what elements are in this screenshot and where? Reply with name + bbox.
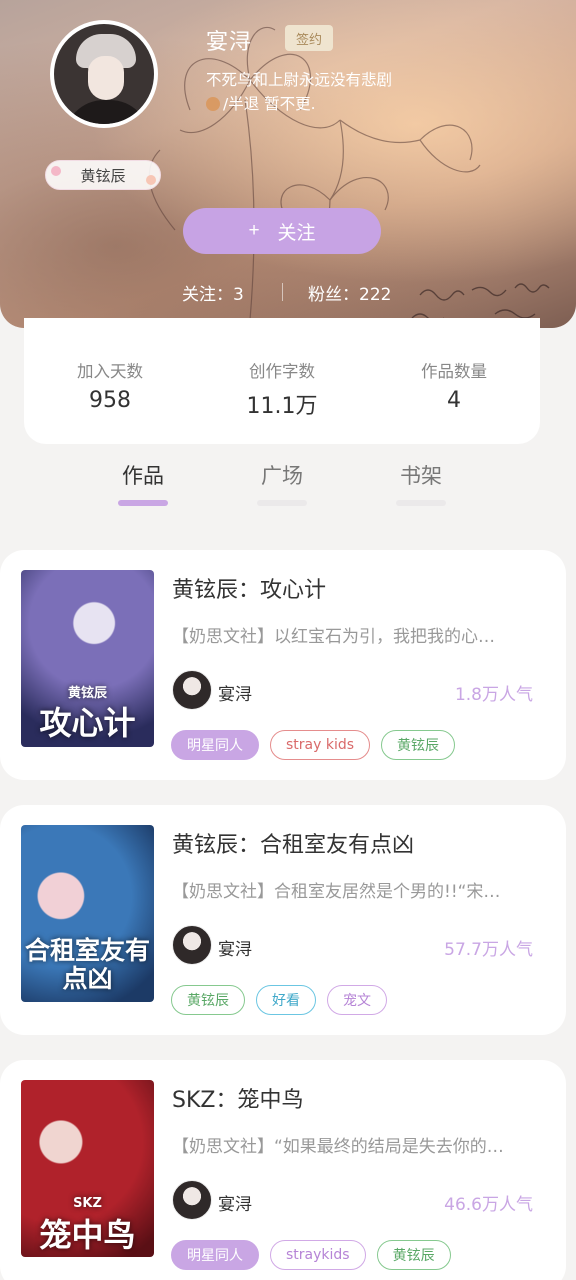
stat-label: 加入天数	[77, 362, 143, 381]
tag-list: 明星同人 stray kids 黄铉辰	[171, 730, 456, 760]
tag[interactable]: 黄铉辰	[381, 730, 456, 760]
flower-icon	[51, 166, 61, 176]
book-cover[interactable]: 黄铉辰 攻心计	[21, 570, 154, 747]
work-description: 【奶思文社】合租室友居然是个男的!!“宋…	[172, 882, 501, 902]
fans-count[interactable]: 粉丝：222	[308, 280, 391, 305]
bio-line: /半退 暂不更.	[206, 92, 546, 116]
author-name[interactable]: 宴浔	[218, 935, 252, 960]
author-avatar[interactable]	[172, 1180, 212, 1220]
popularity: 1.8万人气	[454, 685, 533, 705]
work-description: 【奶思文社】以红宝石为引，我把我的心…	[172, 627, 495, 647]
tab-indicator	[118, 500, 168, 506]
tag[interactable]: 黄铉辰	[171, 985, 245, 1015]
flower-icon	[146, 175, 156, 185]
tag[interactable]: 明星同人	[171, 1240, 259, 1270]
author-avatar[interactable]	[172, 925, 212, 965]
profile-avatar[interactable]	[50, 20, 158, 128]
username: 宴浔	[206, 30, 253, 55]
stats-card: 加入天数 958 创作字数 11.1万 作品数量 4	[24, 318, 540, 444]
stat-join-days: 加入天数 958	[24, 318, 196, 444]
work-title[interactable]: SKZ：笼中鸟	[172, 1082, 303, 1114]
stat-value: 11.1万	[246, 394, 318, 419]
tab-label: 广场	[261, 464, 303, 488]
tag-list: 明星同人 straykids 黄铉辰	[171, 1240, 451, 1270]
popularity: 57.7万人气	[444, 940, 533, 960]
stat-label: 创作字数	[249, 362, 315, 381]
following-count[interactable]: 关注：3	[182, 280, 244, 305]
signed-badge: 签约	[285, 25, 333, 51]
name-tag-label: 黄铉辰	[80, 166, 126, 185]
follow-label: 关注	[277, 222, 316, 244]
tab-label: 书架	[400, 464, 442, 488]
work-card[interactable]: 合租室友有点凶 黄铉辰：合租室友有点凶 【奶思文社】合租室友居然是个男的!!“宋…	[0, 805, 566, 1035]
work-card[interactable]: SKZ 笼中鸟 SKZ：笼中鸟 【奶思文社】“如果最终的结局是失去你的… 宴浔 …	[0, 1060, 566, 1280]
tab-label: 作品	[122, 464, 164, 488]
follow-stats: 关注：3 粉丝：222	[0, 280, 576, 305]
divider	[282, 283, 283, 301]
author-avatar[interactable]	[172, 670, 212, 710]
work-title[interactable]: 黄铉辰：攻心计	[172, 572, 326, 604]
stat-value: 4	[447, 388, 461, 413]
plus-icon: +	[248, 220, 260, 241]
bear-icon	[206, 97, 220, 111]
stat-works-count: 作品数量 4	[368, 318, 540, 444]
stat-word-count: 创作字数 11.1万	[196, 318, 368, 444]
name-tag: 黄铉辰	[45, 160, 161, 190]
book-cover[interactable]: 合租室友有点凶	[21, 825, 154, 1002]
work-description: 【奶思文社】“如果最终的结局是失去你的…	[172, 1137, 504, 1157]
cover-title: 攻心计	[39, 704, 136, 742]
cover-subtitle: SKZ	[73, 1196, 102, 1211]
tab-indicator	[396, 500, 446, 506]
tab-works[interactable]: 作品	[93, 460, 193, 506]
tab-indicator	[257, 500, 307, 506]
tag[interactable]: straykids	[270, 1240, 366, 1270]
work-card[interactable]: 黄铉辰 攻心计 黄铉辰：攻心计 【奶思文社】以红宝石为引，我把我的心… 宴浔 1…	[0, 550, 566, 780]
book-cover[interactable]: SKZ 笼中鸟	[21, 1080, 154, 1257]
stat-label: 作品数量	[421, 362, 487, 381]
popularity: 46.6万人气	[444, 1195, 533, 1215]
stat-value: 958	[89, 388, 131, 413]
bio-line: 不死鸟和上尉永远没有悲剧	[206, 71, 393, 89]
tag[interactable]: 明星同人	[171, 730, 259, 760]
tag[interactable]: stray kids	[270, 730, 371, 760]
cover-title: 合租室友有点凶	[24, 936, 150, 993]
bio: 不死鸟和上尉永远没有悲剧 /半退 暂不更.	[206, 68, 546, 116]
author-name[interactable]: 宴浔	[218, 1190, 252, 1215]
tag[interactable]: 宠文	[327, 985, 387, 1015]
profile-header: 黄铉辰 宴浔 签约 不死鸟和上尉永远没有悲剧 /半退 暂不更. + 关注 关注：…	[0, 0, 576, 328]
tag[interactable]: 好看	[256, 985, 316, 1015]
work-title[interactable]: 黄铉辰：合租室友有点凶	[172, 827, 414, 859]
author-name[interactable]: 宴浔	[218, 680, 252, 705]
tab-bookshelf[interactable]: 书架	[371, 460, 471, 506]
tab-square[interactable]: 广场	[232, 460, 332, 506]
tag[interactable]: 黄铉辰	[376, 1240, 451, 1270]
tag-list: 黄铉辰 好看 宠文	[171, 985, 387, 1015]
cover-title: 笼中鸟	[39, 1216, 136, 1254]
follow-button[interactable]: + 关注	[183, 208, 381, 254]
tab-bar: 作品 广场 书架	[0, 460, 576, 512]
